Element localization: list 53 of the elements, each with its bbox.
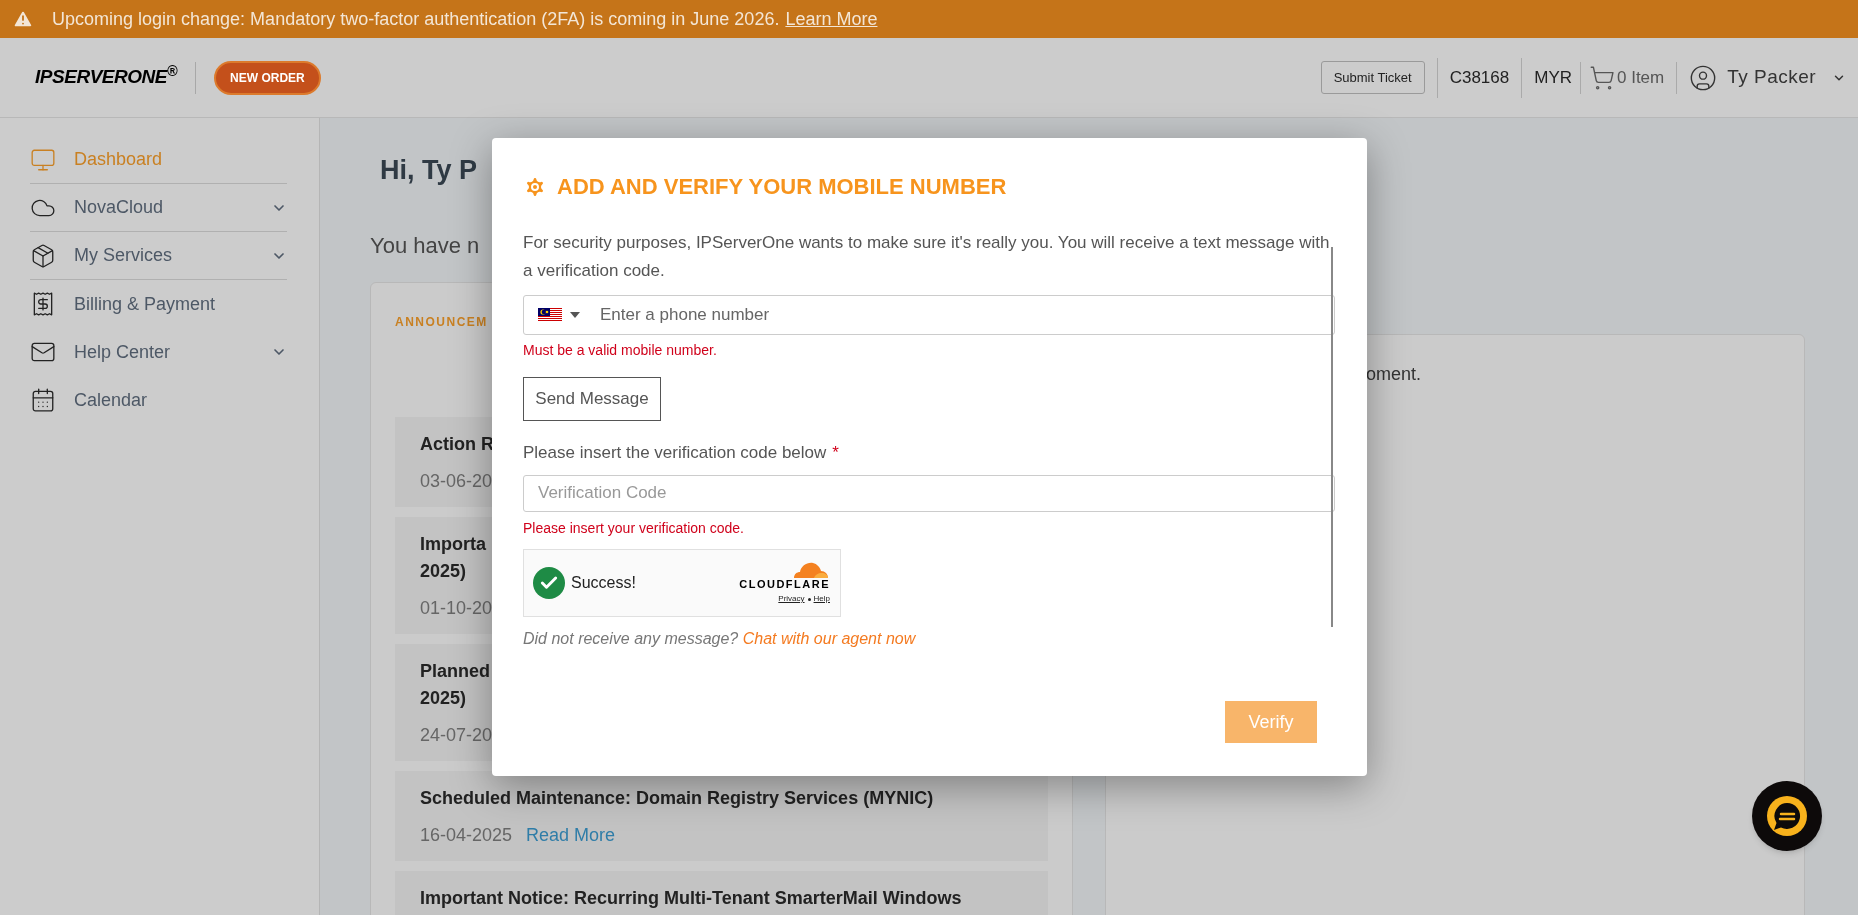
flag-icon [538,308,562,322]
code-error: Please insert your verification code. [523,518,745,538]
side-card-text: oment. [1366,363,1422,384]
account-id: C38168 [1449,66,1510,89]
phone-error: Must be a valid mobile number. [523,341,718,360]
announcement-date: 01-10-20 [420,596,493,620]
modal-description: For security purposes, IPServerOne wants to make sure it's really you. You will receive a text message with a verification code. [523,232,1331,282]
sidebar-item[interactable]: Billing & Payment [30,280,287,328]
cart-icon [1589,64,1615,91]
announcement-title: Planned [420,659,490,683]
calendar-icon [30,387,56,413]
announcement-title: Importa [420,532,486,556]
learn-more-link[interactable]: Learn More [785,5,878,33]
chat-agent-link[interactable]: Chat with our agent now [742,629,916,647]
read-more-link[interactable]: Read More [526,821,616,849]
announcement-title: 2025) [420,686,467,710]
notice-text: You have n [370,231,480,260]
modal-title: ADD AND VERIFY YOUR MOBILE NUMBER [557,173,1007,201]
announcement-date: 16-04-2025 [420,823,513,847]
submit-ticket-button[interactable]: Submit Ticket [1320,60,1425,95]
success-check-icon [533,566,565,599]
sidebar-item[interactable]: My Services [30,232,287,280]
package-icon [30,242,56,269]
caret-icon [570,312,580,318]
user-menu[interactable]: Ty Packer [1689,63,1846,92]
code-label: Please insert the verification code below [523,442,827,464]
required-mark: * [832,442,839,464]
sidebar-item[interactable]: Calendar [30,376,287,424]
user-icon [1689,63,1718,92]
captcha-link[interactable]: Help [813,593,830,605]
announcement-date: 24-07-20 [420,723,493,747]
announcement-title: 2025) [420,559,467,583]
greeting-heading: Hi, Ty P [380,154,478,187]
chat-bubble-icon [1764,793,1810,839]
help-text: Did not receive any message? Chat with our agent now [523,628,917,649]
new-order-button[interactable]: NEW ORDER [214,60,321,95]
sidebar-item[interactable]: Help Center [30,328,287,376]
announcement-title: Important Notice: Recurring Multi-Tenant SmarterMail Windows [420,886,962,910]
send-message-button[interactable]: Send Message [523,377,661,421]
verification-code-field[interactable]: Verification Code [523,474,1335,512]
cart-link[interactable]: 0 Item [1589,64,1665,91]
phone-field[interactable]: Enter a phone number [523,295,1335,335]
cloudflare-wordmark: CLOUDFLARE [739,578,830,590]
logo[interactable]: IPSERVERONE$^{®}$ [35,63,178,92]
captcha-status: Success! [571,572,637,593]
currency-selector[interactable]: MYR [1534,64,1572,91]
captcha-link[interactable]: Privacy [778,593,805,605]
sidebar-item[interactable]: NovaCloud [30,184,287,232]
warning-icon [12,8,34,30]
phone-input[interactable]: Enter a phone number [600,302,1334,328]
announcement-title: Scheduled Maintenance: Domain Registry Services (MYNIC) [420,786,934,810]
banner-text: Upcoming login change: Mandatory two-factor authentication (2FA) is coming in June 2026. [52,7,780,31]
announcement-date: 03-06-20 [420,469,493,493]
